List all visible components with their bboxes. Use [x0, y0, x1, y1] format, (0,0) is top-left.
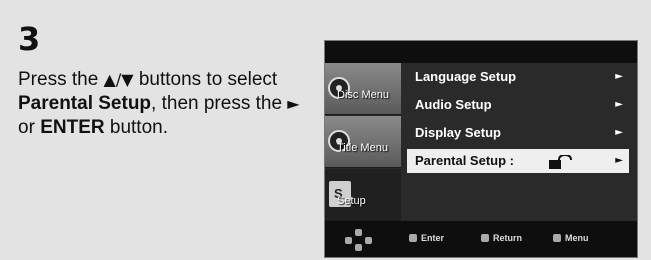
side-item-label: Setup [337, 195, 366, 207]
instruction-part-4: or [18, 117, 41, 138]
arrow-right-icon: ► [615, 155, 623, 166]
instruction-part-5: button. [104, 117, 168, 138]
menu-item-label: Display Setup [415, 125, 501, 140]
side-item-label: Disc Menu [337, 89, 389, 101]
menu-item-label: Parental Setup : [415, 153, 514, 168]
osd-top-band [325, 41, 637, 63]
hint-return-label: Return [493, 233, 522, 243]
hint-enter: Enter [409, 233, 444, 243]
instruction-bold-enter: ENTER [40, 117, 105, 138]
side-item-setup[interactable]: Setup [325, 169, 401, 221]
osd-screen: Disc Menu Title Menu Setup Language Setu… [324, 40, 638, 258]
menu-item-parental-setup[interactable]: Parental Setup : ► [407, 149, 629, 173]
arrow-right-icon: ► [615, 127, 623, 138]
menu-button-icon [553, 234, 561, 242]
hint-menu: Menu [553, 233, 589, 243]
setup-menu: Language Setup ► Audio Setup ► Display S… [401, 63, 637, 221]
side-item-title-menu[interactable]: Title Menu [325, 116, 401, 168]
arrow-right-icon: ► [615, 71, 623, 82]
up-down-arrows-icon: ▲/▼ [103, 70, 134, 89]
instruction-part-3: , then press the [151, 93, 288, 114]
return-button-icon [481, 234, 489, 242]
side-item-disc-menu[interactable]: Disc Menu [325, 63, 401, 115]
hint-enter-label: Enter [421, 233, 445, 243]
side-menu: Disc Menu Title Menu Setup [325, 63, 401, 221]
side-item-label: Title Menu [337, 142, 388, 154]
instruction-part-2: buttons to select [133, 69, 278, 90]
right-arrow-icon: ► [287, 94, 300, 113]
bottom-hint-bar: Enter Return Menu [325, 221, 637, 257]
hint-return: Return [481, 233, 522, 243]
menu-item-language-setup[interactable]: Language Setup ► [407, 65, 629, 89]
step-number: 3 [18, 20, 41, 58]
menu-item-display-setup[interactable]: Display Setup ► [407, 121, 629, 145]
menu-item-audio-setup[interactable]: Audio Setup ► [407, 93, 629, 117]
arrow-right-icon: ► [615, 99, 623, 110]
menu-item-label: Audio Setup [415, 97, 492, 112]
unlocked-padlock-icon [549, 155, 572, 169]
instruction-part-1: Press the [18, 69, 104, 90]
instructions-text: Press the ▲/▼ buttons to select Parental… [18, 68, 308, 140]
instruction-bold-parental: Parental Setup [18, 93, 152, 114]
hint-menu-label: Menu [565, 233, 589, 243]
enter-button-icon [409, 234, 417, 242]
direction-pad-icon [345, 229, 373, 251]
menu-item-label: Language Setup [415, 69, 517, 84]
